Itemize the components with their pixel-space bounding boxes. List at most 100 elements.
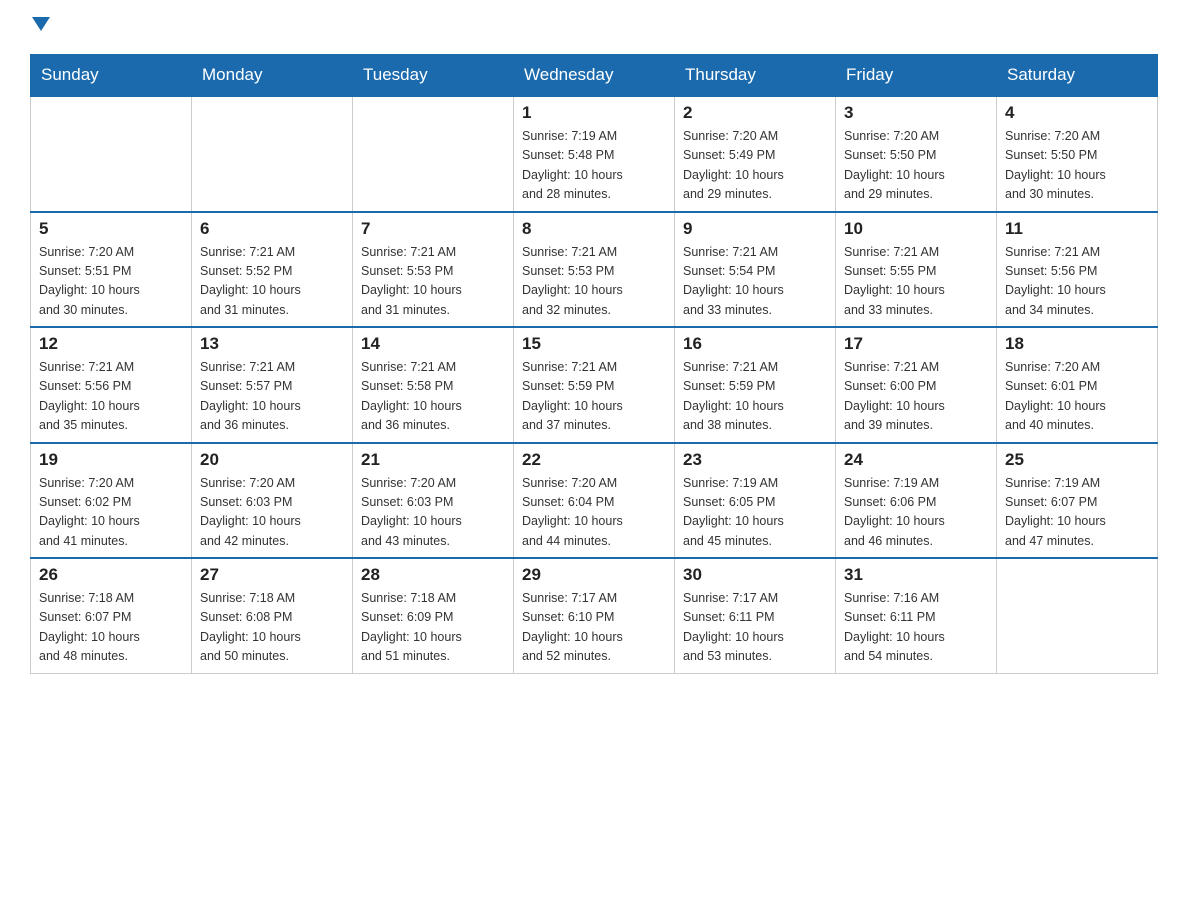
calendar-cell xyxy=(31,96,192,212)
column-header-sunday: Sunday xyxy=(31,55,192,97)
day-info: Sunrise: 7:21 AM Sunset: 6:00 PM Dayligh… xyxy=(844,358,988,436)
day-number: 25 xyxy=(1005,450,1149,470)
day-info: Sunrise: 7:21 AM Sunset: 5:54 PM Dayligh… xyxy=(683,243,827,321)
day-info: Sunrise: 7:21 AM Sunset: 5:52 PM Dayligh… xyxy=(200,243,344,321)
column-header-friday: Friday xyxy=(836,55,997,97)
day-number: 1 xyxy=(522,103,666,123)
day-number: 28 xyxy=(361,565,505,585)
logo xyxy=(30,20,66,34)
day-number: 18 xyxy=(1005,334,1149,354)
calendar-cell: 23 Sunrise: 7:19 AM Sunset: 6:05 PM Dayli… xyxy=(675,443,836,559)
day-number: 24 xyxy=(844,450,988,470)
day-number: 31 xyxy=(844,565,988,585)
calendar-cell: 20 Sunrise: 7:20 AM Sunset: 6:03 PM Dayli… xyxy=(192,443,353,559)
day-number: 4 xyxy=(1005,103,1149,123)
calendar-week-row: 1 Sunrise: 7:19 AM Sunset: 5:48 PM Daylig… xyxy=(31,96,1158,212)
calendar-cell: 21 Sunrise: 7:20 AM Sunset: 6:03 PM Dayli… xyxy=(353,443,514,559)
day-info: Sunrise: 7:21 AM Sunset: 5:53 PM Dayligh… xyxy=(361,243,505,321)
column-header-tuesday: Tuesday xyxy=(353,55,514,97)
calendar-cell: 29 Sunrise: 7:17 AM Sunset: 6:10 PM Dayli… xyxy=(514,558,675,673)
calendar-cell: 1 Sunrise: 7:19 AM Sunset: 5:48 PM Daylig… xyxy=(514,96,675,212)
day-info: Sunrise: 7:20 AM Sunset: 6:01 PM Dayligh… xyxy=(1005,358,1149,436)
calendar-table: SundayMondayTuesdayWednesdayThursdayFrid… xyxy=(30,54,1158,674)
calendar-cell: 18 Sunrise: 7:20 AM Sunset: 6:01 PM Dayli… xyxy=(997,327,1158,443)
calendar-cell: 11 Sunrise: 7:21 AM Sunset: 5:56 PM Dayli… xyxy=(997,212,1158,328)
day-number: 19 xyxy=(39,450,183,470)
day-info: Sunrise: 7:20 AM Sunset: 5:50 PM Dayligh… xyxy=(1005,127,1149,205)
day-number: 3 xyxy=(844,103,988,123)
calendar-cell: 3 Sunrise: 7:20 AM Sunset: 5:50 PM Daylig… xyxy=(836,96,997,212)
day-info: Sunrise: 7:20 AM Sunset: 5:50 PM Dayligh… xyxy=(844,127,988,205)
calendar-cell: 31 Sunrise: 7:16 AM Sunset: 6:11 PM Dayli… xyxy=(836,558,997,673)
day-info: Sunrise: 7:19 AM Sunset: 5:48 PM Dayligh… xyxy=(522,127,666,205)
day-info: Sunrise: 7:19 AM Sunset: 6:06 PM Dayligh… xyxy=(844,474,988,552)
day-info: Sunrise: 7:20 AM Sunset: 6:02 PM Dayligh… xyxy=(39,474,183,552)
column-header-wednesday: Wednesday xyxy=(514,55,675,97)
calendar-cell: 30 Sunrise: 7:17 AM Sunset: 6:11 PM Dayli… xyxy=(675,558,836,673)
calendar-cell: 8Sunrise: 7:21 AM Sunset: 5:53 PM Daylig… xyxy=(514,212,675,328)
day-info: Sunrise: 7:21 AM Sunset: 5:56 PM Dayligh… xyxy=(39,358,183,436)
day-info: Sunrise: 7:20 AM Sunset: 5:51 PM Dayligh… xyxy=(39,243,183,321)
day-number: 17 xyxy=(844,334,988,354)
day-number: 20 xyxy=(200,450,344,470)
column-header-thursday: Thursday xyxy=(675,55,836,97)
column-header-monday: Monday xyxy=(192,55,353,97)
calendar-cell: 10Sunrise: 7:21 AM Sunset: 5:55 PM Dayli… xyxy=(836,212,997,328)
calendar-week-row: 19 Sunrise: 7:20 AM Sunset: 6:02 PM Dayli… xyxy=(31,443,1158,559)
day-number: 11 xyxy=(1005,219,1149,239)
calendar-cell: 5 Sunrise: 7:20 AM Sunset: 5:51 PM Daylig… xyxy=(31,212,192,328)
day-info: Sunrise: 7:17 AM Sunset: 6:10 PM Dayligh… xyxy=(522,589,666,667)
day-number: 9 xyxy=(683,219,827,239)
page-header xyxy=(30,20,1158,34)
day-number: 2 xyxy=(683,103,827,123)
day-number: 30 xyxy=(683,565,827,585)
day-number: 21 xyxy=(361,450,505,470)
calendar-cell xyxy=(353,96,514,212)
day-info: Sunrise: 7:18 AM Sunset: 6:09 PM Dayligh… xyxy=(361,589,505,667)
calendar-cell: 27 Sunrise: 7:18 AM Sunset: 6:08 PM Dayli… xyxy=(192,558,353,673)
calendar-cell: 15 Sunrise: 7:21 AM Sunset: 5:59 PM Dayli… xyxy=(514,327,675,443)
calendar-week-row: 12Sunrise: 7:21 AM Sunset: 5:56 PM Dayli… xyxy=(31,327,1158,443)
day-info: Sunrise: 7:21 AM Sunset: 5:57 PM Dayligh… xyxy=(200,358,344,436)
day-info: Sunrise: 7:18 AM Sunset: 6:08 PM Dayligh… xyxy=(200,589,344,667)
day-info: Sunrise: 7:21 AM Sunset: 5:56 PM Dayligh… xyxy=(1005,243,1149,321)
calendar-cell: 6 Sunrise: 7:21 AM Sunset: 5:52 PM Daylig… xyxy=(192,212,353,328)
day-number: 13 xyxy=(200,334,344,354)
day-info: Sunrise: 7:17 AM Sunset: 6:11 PM Dayligh… xyxy=(683,589,827,667)
calendar-week-row: 26 Sunrise: 7:18 AM Sunset: 6:07 PM Dayli… xyxy=(31,558,1158,673)
calendar-cell xyxy=(997,558,1158,673)
day-info: Sunrise: 7:21 AM Sunset: 5:55 PM Dayligh… xyxy=(844,243,988,321)
day-info: Sunrise: 7:20 AM Sunset: 6:03 PM Dayligh… xyxy=(361,474,505,552)
calendar-cell: 26 Sunrise: 7:18 AM Sunset: 6:07 PM Dayli… xyxy=(31,558,192,673)
calendar-header-row: SundayMondayTuesdayWednesdayThursdayFrid… xyxy=(31,55,1158,97)
day-number: 15 xyxy=(522,334,666,354)
calendar-cell xyxy=(192,96,353,212)
calendar-cell: 12Sunrise: 7:21 AM Sunset: 5:56 PM Dayli… xyxy=(31,327,192,443)
day-info: Sunrise: 7:21 AM Sunset: 5:59 PM Dayligh… xyxy=(522,358,666,436)
day-info: Sunrise: 7:21 AM Sunset: 5:59 PM Dayligh… xyxy=(683,358,827,436)
day-number: 26 xyxy=(39,565,183,585)
day-number: 6 xyxy=(200,219,344,239)
day-info: Sunrise: 7:19 AM Sunset: 6:05 PM Dayligh… xyxy=(683,474,827,552)
logo-triangle-icon xyxy=(32,17,50,31)
day-info: Sunrise: 7:20 AM Sunset: 6:04 PM Dayligh… xyxy=(522,474,666,552)
day-info: Sunrise: 7:16 AM Sunset: 6:11 PM Dayligh… xyxy=(844,589,988,667)
calendar-cell: 25 Sunrise: 7:19 AM Sunset: 6:07 PM Dayli… xyxy=(997,443,1158,559)
day-info: Sunrise: 7:18 AM Sunset: 6:07 PM Dayligh… xyxy=(39,589,183,667)
day-number: 27 xyxy=(200,565,344,585)
calendar-cell: 13 Sunrise: 7:21 AM Sunset: 5:57 PM Dayli… xyxy=(192,327,353,443)
column-header-saturday: Saturday xyxy=(997,55,1158,97)
calendar-cell: 16Sunrise: 7:21 AM Sunset: 5:59 PM Dayli… xyxy=(675,327,836,443)
calendar-cell: 24 Sunrise: 7:19 AM Sunset: 6:06 PM Dayli… xyxy=(836,443,997,559)
day-info: Sunrise: 7:20 AM Sunset: 6:03 PM Dayligh… xyxy=(200,474,344,552)
calendar-cell: 4 Sunrise: 7:20 AM Sunset: 5:50 PM Daylig… xyxy=(997,96,1158,212)
day-number: 22 xyxy=(522,450,666,470)
day-number: 7 xyxy=(361,219,505,239)
day-number: 14 xyxy=(361,334,505,354)
day-info: Sunrise: 7:20 AM Sunset: 5:49 PM Dayligh… xyxy=(683,127,827,205)
day-info: Sunrise: 7:19 AM Sunset: 6:07 PM Dayligh… xyxy=(1005,474,1149,552)
day-number: 5 xyxy=(39,219,183,239)
calendar-cell: 7 Sunrise: 7:21 AM Sunset: 5:53 PM Daylig… xyxy=(353,212,514,328)
day-number: 23 xyxy=(683,450,827,470)
day-number: 29 xyxy=(522,565,666,585)
